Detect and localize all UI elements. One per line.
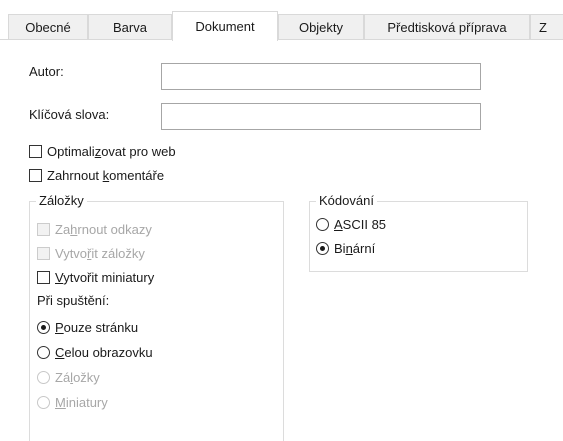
tab-document[interactable]: Dokument xyxy=(172,11,278,41)
page-only-label: Pouze stránku xyxy=(55,320,139,335)
thumbnails-radio-label: Miniatury xyxy=(55,395,108,410)
binary-radio[interactable]: Binární xyxy=(316,241,375,256)
on-start-label: Při spuštění: xyxy=(37,293,110,308)
include-links-label: Zahrnout odkazy xyxy=(55,222,152,237)
radio-dot[interactable] xyxy=(316,218,329,231)
optimize-web-checkbox[interactable]: Optimalizovat pro web xyxy=(29,144,176,159)
include-comments-label: Zahrnout komentáře xyxy=(47,168,165,183)
keywords-field[interactable] xyxy=(161,103,481,130)
encoding-group: Kódování xyxy=(309,193,528,272)
binary-label: Binární xyxy=(334,241,376,256)
checkbox-box[interactable] xyxy=(37,223,50,236)
include-comments-checkbox[interactable]: Zahrnout komentáře xyxy=(29,168,164,183)
ascii85-radio[interactable]: ASCII 85 xyxy=(316,217,386,232)
encoding-group-title: Kódování xyxy=(316,193,377,208)
tab-strip: Obecné Barva Dokument Objekty Předtiskov… xyxy=(0,0,563,41)
author-label: Autor: xyxy=(29,64,64,79)
radio-dot[interactable] xyxy=(37,396,50,409)
tab-general[interactable]: Obecné xyxy=(8,14,88,39)
checkbox-box[interactable] xyxy=(29,169,42,182)
full-screen-label: Celou obrazovku xyxy=(55,345,153,360)
ascii85-label: ASCII 85 xyxy=(334,217,387,232)
tab-overflow[interactable]: Z xyxy=(530,14,563,39)
create-bookmarks-label: Vytvořit záložky xyxy=(55,246,145,261)
document-panel: Autor: Klíčová slova: Optimalizovat pro … xyxy=(0,40,563,441)
bookmarks-group-title: Záložky xyxy=(36,193,87,208)
checkbox-box[interactable] xyxy=(37,247,50,260)
checkbox-box[interactable] xyxy=(29,145,42,158)
optimize-web-label: Optimalizovat pro web xyxy=(47,144,176,159)
author-field[interactable] xyxy=(161,63,481,90)
thumbnails-radio[interactable]: Miniatury xyxy=(37,395,108,410)
tab-color[interactable]: Barva xyxy=(88,14,172,39)
page-only-radio[interactable]: Pouze stránku xyxy=(37,320,138,335)
bookmarks-radio-label: Záložky xyxy=(55,370,100,385)
radio-dot[interactable] xyxy=(37,346,50,359)
tab-objects[interactable]: Objekty xyxy=(278,14,364,39)
keywords-label: Klíčová slova: xyxy=(29,107,110,122)
checkbox-box[interactable] xyxy=(37,271,50,284)
radio-dot[interactable] xyxy=(37,371,50,384)
radio-dot[interactable] xyxy=(37,321,50,334)
include-links-checkbox[interactable]: Zahrnout odkazy xyxy=(37,222,152,237)
create-bookmarks-checkbox[interactable]: Vytvořit záložky xyxy=(37,246,145,261)
tab-prepress[interactable]: Předtisková příprava xyxy=(364,14,530,39)
radio-dot[interactable] xyxy=(316,242,329,255)
create-thumbnails-label: Vytvořit miniatury xyxy=(55,270,155,285)
create-thumbnails-checkbox[interactable]: Vytvořit miniatury xyxy=(37,270,154,285)
full-screen-radio[interactable]: Celou obrazovku xyxy=(37,345,153,360)
bookmarks-radio[interactable]: Záložky xyxy=(37,370,100,385)
